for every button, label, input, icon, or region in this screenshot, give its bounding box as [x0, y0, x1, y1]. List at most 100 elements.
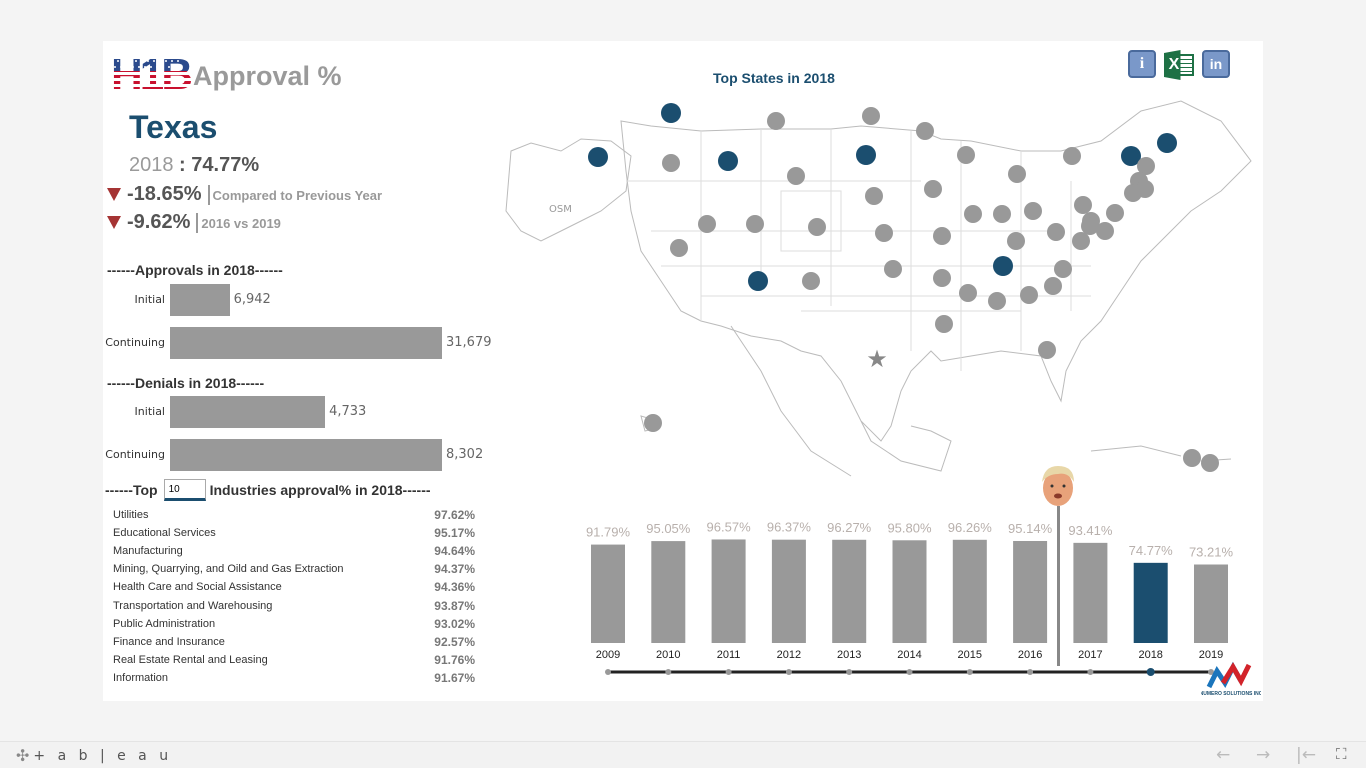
state-marker[interactable]	[1074, 196, 1092, 214]
bar-2017[interactable]	[1073, 542, 1108, 643]
linkedin-button[interactable]: in	[1202, 50, 1230, 78]
bar-2014[interactable]	[892, 540, 927, 643]
state-marker[interactable]	[856, 145, 876, 165]
state-marker[interactable]	[1054, 260, 1072, 278]
slider-stop-2016[interactable]	[1027, 669, 1034, 675]
state-marker[interactable]	[698, 215, 716, 233]
state-marker[interactable]	[916, 122, 934, 140]
approvals-initial-row[interactable]: Initial 6,942	[103, 284, 503, 316]
state-marker[interactable]	[933, 269, 951, 287]
slider-stop-2018[interactable]	[1146, 668, 1155, 676]
state-marker[interactable]	[1044, 277, 1062, 295]
undo-button[interactable]: ←	[1216, 745, 1230, 765]
state-marker[interactable]	[662, 154, 680, 172]
bar-2013[interactable]	[832, 539, 867, 643]
state-marker[interactable]	[935, 315, 953, 333]
denials-initial-row[interactable]: Initial 4,733	[103, 396, 503, 428]
state-marker[interactable]	[1063, 147, 1081, 165]
state-marker[interactable]	[1183, 449, 1201, 467]
revert-button[interactable]: |←	[1296, 745, 1316, 765]
slider-stop-2010[interactable]	[665, 669, 672, 675]
slider-stop-2009[interactable]	[605, 669, 611, 675]
industry-row[interactable]: Finance and Insurance 92.57%	[113, 633, 475, 651]
slider-stop-2013[interactable]	[846, 669, 853, 675]
bar-2010[interactable]	[651, 541, 686, 643]
approvals-initial-bar[interactable]	[170, 284, 230, 316]
state-marker[interactable]	[1201, 454, 1219, 472]
industry-name: Utilities	[113, 509, 149, 522]
industry-row[interactable]: Transportation and Warehousing 93.87%	[113, 596, 475, 614]
state-marker[interactable]	[718, 151, 738, 171]
approvals-continuing-bar[interactable]	[170, 327, 442, 359]
bar-2012[interactable]	[771, 539, 806, 643]
state-marker[interactable]	[1047, 223, 1065, 241]
state-marker[interactable]	[993, 205, 1011, 223]
state-marker[interactable]	[993, 256, 1013, 276]
state-marker[interactable]	[1136, 180, 1154, 198]
state-marker[interactable]	[865, 187, 883, 205]
top-n-input[interactable]	[163, 479, 206, 501]
state-marker[interactable]	[1038, 341, 1056, 359]
denials-continuing-row[interactable]: Continuing 8,302	[103, 439, 503, 471]
bar-2011[interactable]	[711, 539, 746, 643]
state-marker[interactable]	[670, 239, 688, 257]
denials-continuing-bar[interactable]	[170, 439, 442, 471]
state-marker[interactable]	[959, 284, 977, 302]
industry-row[interactable]: Manufacturing 94.64%	[113, 542, 475, 560]
state-marker[interactable]	[1024, 202, 1042, 220]
state-marker[interactable]	[746, 215, 764, 233]
industry-row[interactable]: Mining, Quarrying, and Oild and Gas Extr…	[113, 560, 475, 578]
state-marker[interactable]	[748, 271, 768, 291]
state-marker[interactable]	[875, 224, 893, 242]
denials-initial-bar[interactable]	[170, 396, 326, 428]
state-marker[interactable]	[964, 205, 982, 223]
industry-row[interactable]: Information 91.67%	[113, 669, 475, 687]
slider-stop-2011[interactable]	[725, 669, 732, 675]
state-marker[interactable]	[588, 147, 608, 167]
state-marker[interactable]	[1096, 222, 1114, 240]
texas-star-icon[interactable]: ★	[866, 345, 888, 373]
state-marker[interactable]	[802, 272, 820, 290]
state-marker[interactable]	[862, 107, 880, 125]
state-marker[interactable]	[661, 103, 681, 123]
slider-stop-2014[interactable]	[906, 669, 913, 675]
slider-stop-2012[interactable]	[785, 669, 792, 675]
redo-button[interactable]: →	[1256, 745, 1270, 765]
state-marker[interactable]	[767, 112, 785, 130]
yearly-approval-chart: 91.79% 2009 95.05% 2010 96.57% 2011 96.37% 2012…	[586, 519, 1233, 676]
state-marker[interactable]	[988, 292, 1006, 310]
state-marker[interactable]	[957, 146, 975, 164]
state-marker[interactable]	[884, 260, 902, 278]
bar-2015[interactable]	[952, 539, 987, 643]
state-marker[interactable]	[1157, 133, 1177, 153]
state-marker[interactable]	[924, 180, 942, 198]
bar-2009[interactable]	[591, 544, 625, 643]
state-marker[interactable]	[1072, 232, 1090, 250]
state-marker[interactable]	[644, 414, 662, 432]
bar-2018[interactable]	[1133, 562, 1168, 643]
state-marker[interactable]	[787, 167, 805, 185]
industry-row[interactable]: Health Care and Social Assistance 94.36%	[113, 578, 475, 596]
bar-2019[interactable]	[1194, 564, 1228, 643]
fullscreen-button[interactable]: ⛶	[1336, 745, 1347, 763]
excel-export-button[interactable]: X	[1164, 50, 1194, 80]
slider-stop-2017[interactable]	[1087, 669, 1094, 675]
state-marker[interactable]	[933, 227, 951, 245]
approvals-continuing-row[interactable]: Continuing 31,679	[103, 327, 503, 359]
tableau-logo[interactable]: ✣ + a b | e a u	[16, 746, 172, 765]
industry-row[interactable]: Utilities 97.62%	[113, 506, 475, 524]
industry-row[interactable]: Real Estate Rental and Leasing 91.76%	[113, 651, 475, 669]
state-marker[interactable]	[1007, 232, 1025, 250]
x-tick-2011: 2011	[717, 649, 741, 661]
state-marker[interactable]	[808, 218, 826, 236]
states-map[interactable]: ★	[501, 81, 1261, 481]
info-button[interactable]: i	[1128, 50, 1156, 78]
state-marker[interactable]	[1008, 165, 1026, 183]
state-marker[interactable]	[1020, 286, 1038, 304]
bar-2016[interactable]	[1013, 540, 1048, 643]
industry-row[interactable]: Educational Services 95.17%	[113, 524, 475, 542]
industry-row[interactable]: Public Administration 93.02%	[113, 615, 475, 633]
slider-stop-2015[interactable]	[966, 669, 973, 675]
state-marker[interactable]	[1106, 204, 1124, 222]
x-tick-2015: 2015	[958, 649, 982, 661]
